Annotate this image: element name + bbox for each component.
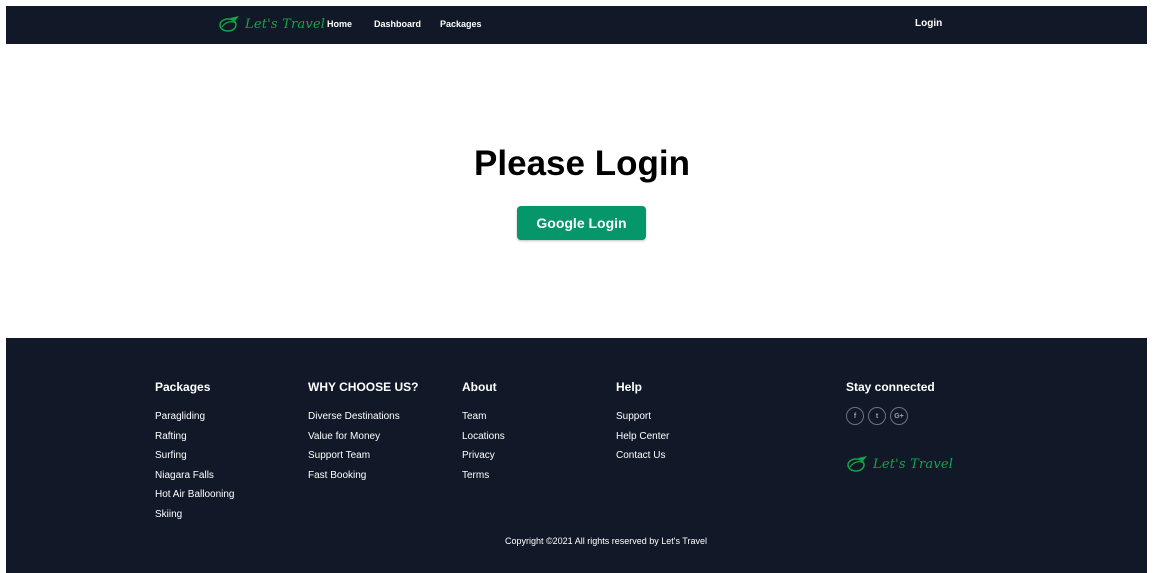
- twitter-icon[interactable]: t: [868, 407, 886, 425]
- brand-logo-link[interactable]: Let's Travel: [218, 15, 325, 33]
- page-title: Please Login: [474, 144, 690, 183]
- app-frame: Let's Travel Home Dashboard Packages Log…: [6, 6, 1147, 573]
- footer-link[interactable]: Support: [616, 407, 669, 427]
- nav-home-link[interactable]: Home: [327, 19, 352, 29]
- google-plus-icon[interactable]: G+: [890, 407, 908, 425]
- footer-link-list: Support Help Center Contact Us: [616, 407, 669, 466]
- footer-link[interactable]: Skiing: [155, 505, 235, 525]
- footer-brand-name: Let's Travel: [873, 456, 954, 472]
- footer-link-list: Team Locations Privacy Terms: [462, 407, 505, 485]
- social-links: f t G+: [846, 407, 935, 425]
- brand-name: Let's Travel: [245, 16, 326, 32]
- footer-column-help: Help Support Help Center Contact Us: [616, 380, 669, 466]
- footer-link-list: Diverse Destinations Value for Money Sup…: [308, 407, 418, 485]
- footer-heading: Help: [616, 380, 643, 394]
- footer-link[interactable]: Contact Us: [616, 446, 669, 466]
- footer: Packages Paragliding Rafting Surfing Nia…: [6, 338, 1147, 573]
- footer-link-list: Paragliding Rafting Surfing Niagara Fall…: [155, 407, 235, 525]
- footer-column-why-choose-us: WHY CHOOSE US? Diverse Destinations Valu…: [308, 380, 418, 485]
- main-content: Please Login Google Login: [6, 44, 1147, 338]
- footer-link[interactable]: Privacy: [462, 446, 505, 466]
- footer-link[interactable]: Locations: [462, 427, 505, 447]
- footer-link[interactable]: Fast Booking: [308, 466, 418, 486]
- footer-link[interactable]: Paragliding: [155, 407, 235, 427]
- footer-link[interactable]: Surfing: [155, 446, 235, 466]
- footer-link[interactable]: Diverse Destinations: [308, 407, 418, 427]
- copyright-text: Copyright ©2021 All rights reserved by L…: [505, 536, 707, 546]
- footer-brand-logo[interactable]: Let's Travel: [846, 455, 953, 473]
- footer-link[interactable]: Team: [462, 407, 505, 427]
- globe-plane-icon: [219, 16, 239, 32]
- footer-column-about: About Team Locations Privacy Terms: [462, 380, 505, 485]
- google-login-button[interactable]: Google Login: [517, 206, 646, 240]
- nav-login-link[interactable]: Login: [915, 18, 942, 29]
- footer-column-stay-connected: Stay connected f t G+: [846, 380, 935, 425]
- nav-packages-link[interactable]: Packages: [440, 19, 482, 29]
- globe-plane-icon: [847, 456, 867, 472]
- footer-link[interactable]: Hot Air Ballooning: [155, 485, 235, 505]
- footer-column-packages: Packages Paragliding Rafting Surfing Nia…: [155, 380, 235, 525]
- footer-link[interactable]: Support Team: [308, 446, 418, 466]
- facebook-icon[interactable]: f: [846, 407, 864, 425]
- nav-dashboard-link[interactable]: Dashboard: [374, 19, 421, 29]
- navbar: Let's Travel Home Dashboard Packages Log…: [6, 6, 1147, 44]
- footer-link[interactable]: Value for Money: [308, 427, 418, 447]
- footer-link[interactable]: Niagara Falls: [155, 466, 235, 486]
- footer-link[interactable]: Help Center: [616, 427, 669, 447]
- footer-link[interactable]: Terms: [462, 466, 505, 486]
- footer-link[interactable]: Rafting: [155, 427, 235, 447]
- footer-heading: Stay connected: [846, 380, 935, 394]
- footer-heading: Packages: [155, 380, 211, 394]
- footer-heading: WHY CHOOSE US?: [308, 380, 419, 394]
- footer-heading: About: [462, 380, 497, 394]
